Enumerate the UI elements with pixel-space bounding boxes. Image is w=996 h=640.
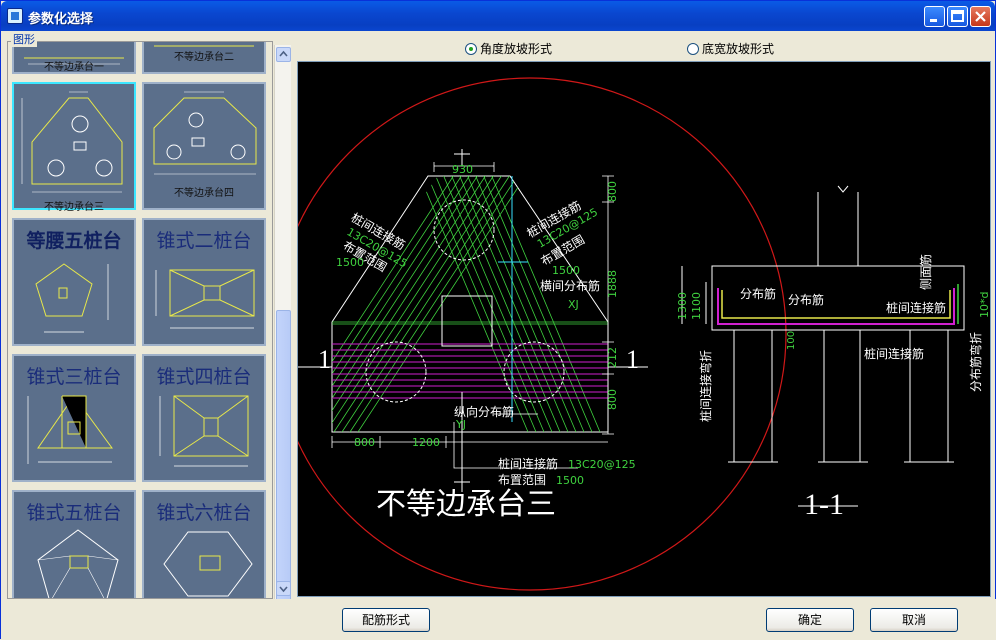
radio-selected-icon[interactable] [465, 43, 477, 55]
label-longitudinal-tag: YJ [455, 418, 466, 431]
label-pile-conn-bottom: 桩间连接筋 [498, 456, 558, 471]
dim-10d: 10*d [978, 292, 991, 318]
cad-drawing: 1 1 不等边承台三 1-1 930 800 1888 212 800 800 … [298, 77, 991, 591]
ok-button[interactable]: 确定 [766, 608, 854, 632]
shape-item-4[interactable]: 不等边承台四 [142, 82, 266, 210]
rebar-form-button[interactable]: 配筋形式 [342, 608, 430, 632]
label-bend-right: 分布筋弯折 [968, 332, 983, 392]
label-layout-bottom-val: 1500 [556, 474, 584, 487]
angle-slope-radio[interactable]: 角度放坡形式 [465, 40, 552, 57]
section-title: 1-1 [804, 488, 844, 521]
shape-group-label: 图形 [11, 31, 37, 47]
shape-item-10[interactable]: 锥式六桩台 [142, 490, 266, 598]
dim-1100: 1100 [690, 292, 703, 320]
shape-list[interactable]: 不等边承台一 不等边承台二 不等边承台三 不等边承台四 等腰五桩台 锥式二桩台 … [7, 41, 273, 599]
drawing-title: 不等边承台三 [376, 487, 556, 522]
label-transverse: 横间分布筋 [540, 278, 600, 293]
width-slope-radio[interactable]: 底宽放坡形式 [687, 40, 774, 57]
scroll-down-button[interactable] [276, 581, 291, 596]
section-mark-left: 1 [318, 345, 331, 374]
label-layout-right-val: 1500 [552, 264, 580, 277]
label-pile-conn-bottom-val: 13C20@125 [568, 458, 636, 471]
scroll-up-button[interactable] [276, 47, 291, 62]
dim-1888: 1888 [606, 270, 619, 298]
dim-100: 100 [786, 331, 797, 350]
shape-item-3[interactable]: 不等边承台三 [12, 82, 136, 213]
label-dist-2: 分布筋 [788, 292, 824, 307]
button-bar: 配筋形式 确定 取消 [1, 599, 996, 640]
window-title: 参数化选择 [28, 12, 94, 27]
shape-item-2[interactable]: 不等边承台二 [142, 42, 266, 74]
close-button[interactable] [970, 6, 991, 27]
shape-item-7[interactable]: 锥式三桩台 [12, 354, 136, 482]
minimize-button[interactable] [924, 6, 945, 27]
shape-item-5[interactable]: 等腰五桩台 [12, 218, 136, 346]
section-mark-right: 1 [626, 345, 639, 374]
slope-form-options: 角度放坡形式 底宽放坡形式 [297, 34, 993, 60]
dim-800-bottom: 800 [354, 436, 375, 449]
dim-1200: 1200 [412, 436, 440, 449]
radio-unselected-icon[interactable] [687, 43, 699, 55]
maximize-button[interactable] [947, 6, 968, 27]
label-bend-left: 桩间连接弯折 [698, 350, 713, 422]
dim-800-top: 800 [606, 181, 619, 202]
label-pile-conn-section-2: 桩间连接筋 [864, 346, 924, 361]
app-icon [7, 8, 23, 24]
label-pile-conn-section: 桩间连接筋 [886, 300, 946, 315]
title-bar: 参数化选择 [1, 1, 995, 31]
shape-item-9[interactable]: 锥式五桩台 [12, 490, 136, 598]
dim-212: 212 [606, 347, 619, 368]
label-transverse-tag: XJ [568, 298, 579, 311]
dim-1300: 1300 [676, 292, 689, 320]
shape-list-scrollbar[interactable] [274, 45, 291, 620]
cancel-button[interactable]: 取消 [870, 608, 958, 632]
dialog-window: 参数化选择 图形 不等边承台一 不等边承台二 不等边承台三 不等边承台四 等腰五… [0, 0, 996, 640]
scroll-thumb[interactable] [276, 310, 291, 620]
label-dist-1: 分布筋 [740, 286, 776, 301]
label-layout-left-val: 1500 [336, 256, 364, 269]
shape-item-8[interactable]: 锥式四桩台 [142, 354, 266, 482]
label-longitudinal: 纵向分布筋 [454, 404, 514, 419]
dim-800-right: 800 [606, 389, 619, 410]
label-layout-bottom: 布置范围 [498, 473, 546, 487]
dim-930: 930 [452, 163, 473, 176]
shape-item-6[interactable]: 锥式二桩台 [142, 218, 266, 346]
drawing-preview: 1 1 不等边承台三 1-1 930 800 1888 212 800 800 … [297, 61, 991, 597]
label-side-bar: 侧面筋 [918, 254, 933, 290]
